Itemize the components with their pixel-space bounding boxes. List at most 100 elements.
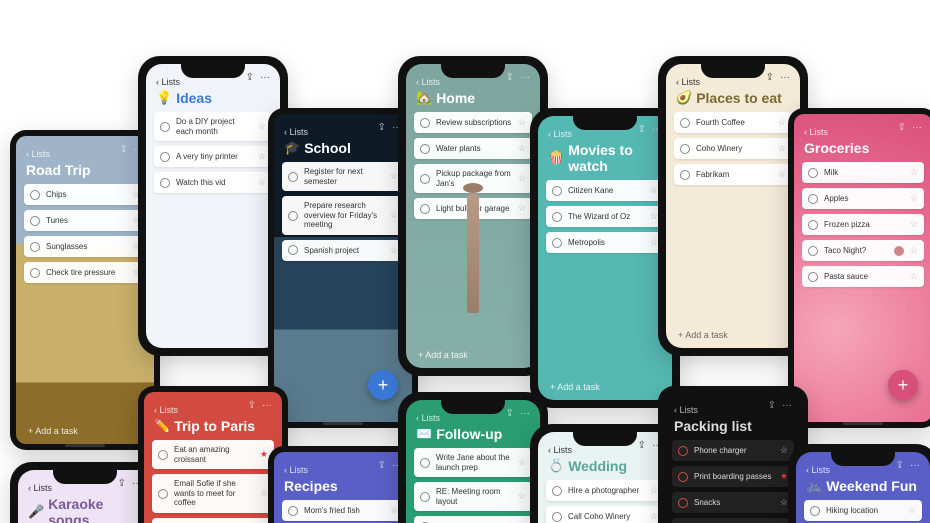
task-row[interactable]: Call Coho Winery☆ <box>546 506 664 523</box>
star-icon[interactable]: ★ <box>780 471 788 482</box>
task-row[interactable]: A very tiny printer☆ <box>154 146 272 167</box>
task-row[interactable]: Write Jane about the launch prep☆ <box>414 448 532 477</box>
star-icon[interactable]: ☆ <box>518 203 526 214</box>
star-icon[interactable]: ☆ <box>910 193 918 204</box>
back-link[interactable]: ‹ Lists <box>548 129 572 139</box>
checkbox-icon[interactable] <box>678 446 688 456</box>
checkbox-icon[interactable] <box>30 190 40 200</box>
task-row[interactable]: Sunglasses☆ <box>24 236 146 257</box>
task-row[interactable]: Metropolis☆ <box>546 232 664 253</box>
checkbox-icon[interactable] <box>158 489 168 499</box>
task-row[interactable]: Fabrikam☆ <box>674 164 792 185</box>
back-link[interactable]: ‹ Lists <box>156 77 180 87</box>
back-link[interactable]: ‹ Lists <box>676 77 700 87</box>
task-row[interactable]: Citizen Kane☆ <box>546 180 664 201</box>
back-link[interactable]: ‹ Lists <box>28 483 52 493</box>
star-icon[interactable]: ☆ <box>780 445 788 456</box>
share-icon[interactable]: ⇪ <box>120 144 128 155</box>
more-icon[interactable]: ··· <box>262 400 272 411</box>
checkbox-icon[interactable] <box>552 212 562 222</box>
task-row[interactable]: Fourth Coffee☆ <box>674 112 792 133</box>
share-icon[interactable]: ⇪ <box>246 72 254 83</box>
add-task-button[interactable]: + Add a task <box>666 322 800 348</box>
star-icon[interactable]: ☆ <box>390 210 398 221</box>
add-task-button[interactable]: + Add a task <box>16 418 154 444</box>
back-link[interactable]: ‹ Lists <box>284 127 308 137</box>
share-icon[interactable]: ⇪ <box>378 122 386 133</box>
checkbox-icon[interactable] <box>160 178 170 188</box>
share-icon[interactable]: ⇪ <box>638 124 646 135</box>
more-icon[interactable]: ··· <box>520 72 530 83</box>
checkbox-icon[interactable] <box>680 170 690 180</box>
checkbox-icon[interactable] <box>420 492 430 502</box>
task-row[interactable]: Print boarding passes★ <box>672 466 794 487</box>
back-link[interactable]: ‹ Lists <box>806 465 830 475</box>
task-row[interactable]: Snacks☆ <box>672 492 794 513</box>
checkbox-icon[interactable] <box>160 122 170 132</box>
task-row[interactable]: Water plants☆ <box>414 138 532 159</box>
task-row[interactable]: Something☆ <box>672 518 794 523</box>
star-icon[interactable]: ☆ <box>910 219 918 230</box>
checkbox-icon[interactable] <box>552 238 562 248</box>
share-icon[interactable]: ⇪ <box>248 400 256 411</box>
add-task-button[interactable]: + Add a task <box>538 374 672 400</box>
checkbox-icon[interactable] <box>808 246 818 256</box>
task-row[interactable]: Eat an amazing croissant★ <box>152 440 274 469</box>
checkbox-icon[interactable] <box>552 186 562 196</box>
checkbox-icon[interactable] <box>552 512 562 522</box>
share-icon[interactable]: ⇪ <box>766 72 774 83</box>
checkbox-icon[interactable] <box>288 211 298 221</box>
back-link[interactable]: ‹ Lists <box>284 465 308 475</box>
share-icon[interactable]: ⇪ <box>506 72 514 83</box>
add-fab[interactable]: + <box>888 370 918 400</box>
task-row[interactable]: Do a DIY project each month☆ <box>154 112 272 141</box>
more-icon[interactable]: ··· <box>782 400 792 411</box>
checkbox-icon[interactable] <box>420 204 430 214</box>
task-row[interactable]: Coho Winery☆ <box>674 138 792 159</box>
star-icon[interactable]: ☆ <box>650 485 658 496</box>
task-row[interactable]: Spanish project☆ <box>282 240 404 261</box>
share-icon[interactable]: ⇪ <box>896 460 904 471</box>
task-row[interactable]: Watch this vid☆ <box>154 172 272 193</box>
task-row[interactable]: Check tire pressure☆ <box>24 262 146 283</box>
checkbox-icon[interactable] <box>420 118 430 128</box>
star-icon[interactable]: ☆ <box>650 511 658 522</box>
star-icon[interactable]: ☆ <box>258 177 266 188</box>
more-icon[interactable]: ··· <box>520 408 530 419</box>
checkbox-icon[interactable] <box>288 506 298 516</box>
back-link[interactable]: ‹ Lists <box>154 405 178 415</box>
star-icon[interactable]: ☆ <box>910 271 918 282</box>
checkbox-icon[interactable] <box>808 168 818 178</box>
checkbox-icon[interactable] <box>808 220 818 230</box>
share-icon[interactable]: ⇪ <box>378 460 386 471</box>
checkbox-icon[interactable] <box>678 472 688 482</box>
add-task-button[interactable]: + Add a task <box>406 342 540 368</box>
checkbox-icon[interactable] <box>420 144 430 154</box>
checkbox-icon[interactable] <box>680 118 690 128</box>
task-row[interactable]: Milk☆ <box>802 162 924 183</box>
checkbox-icon[interactable] <box>420 174 430 184</box>
checkbox-icon[interactable] <box>678 498 688 508</box>
task-row[interactable]: The Wizard of Oz☆ <box>546 206 664 227</box>
star-icon[interactable]: ☆ <box>258 151 266 162</box>
share-icon[interactable]: ⇪ <box>898 122 906 133</box>
task-row[interactable]: Apples☆ <box>802 188 924 209</box>
checkbox-icon[interactable] <box>808 194 818 204</box>
checkbox-icon[interactable] <box>288 172 298 182</box>
star-icon[interactable]: ☆ <box>390 171 398 182</box>
checkbox-icon[interactable] <box>160 152 170 162</box>
task-row[interactable]: RE: Meeting room layout☆ <box>414 482 532 511</box>
checkbox-icon[interactable] <box>420 458 430 468</box>
share-icon[interactable]: ⇪ <box>118 478 126 489</box>
star-icon[interactable]: ☆ <box>518 457 526 468</box>
task-row[interactable]: Prepare research overview for Friday's m… <box>282 196 404 235</box>
checkbox-icon[interactable] <box>808 272 818 282</box>
share-icon[interactable]: ⇪ <box>638 440 646 451</box>
star-icon[interactable]: ☆ <box>650 237 658 248</box>
task-row[interactable]: Register for next semester☆ <box>282 162 404 191</box>
star-icon[interactable]: ☆ <box>908 505 916 516</box>
back-link[interactable]: ‹ Lists <box>674 405 698 415</box>
star-icon[interactable]: ☆ <box>650 211 658 222</box>
star-icon[interactable]: ☆ <box>780 497 788 508</box>
star-icon[interactable]: ☆ <box>778 117 786 128</box>
